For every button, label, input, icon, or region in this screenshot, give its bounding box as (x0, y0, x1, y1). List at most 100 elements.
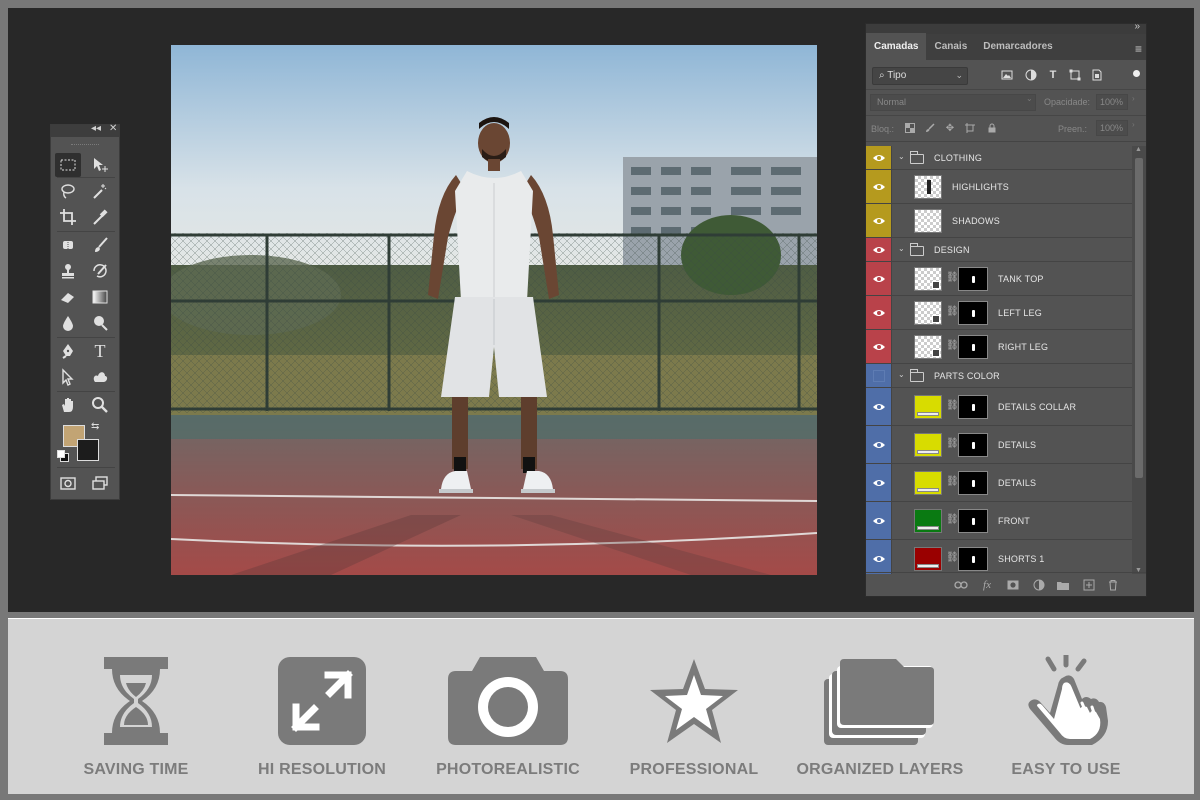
image-filter-icon[interactable] (1000, 68, 1014, 82)
rectangular-marquee-icon[interactable] (55, 153, 81, 177)
default-colors-icon[interactable] (57, 450, 69, 462)
eye-visibility-icon[interactable] (866, 388, 892, 425)
blur-icon[interactable] (55, 311, 81, 335)
layer-row[interactable]: ⛓ LEFT LEG (866, 296, 1132, 330)
pen-icon[interactable] (55, 339, 81, 363)
mask-link-icon[interactable]: ⛓ (946, 514, 959, 525)
mask-link-icon[interactable]: ⛓ (946, 272, 959, 283)
tools-panel-header[interactable]: ◂◂ ✕ (51, 123, 119, 137)
layer-row[interactable]: ⛓ TANK TOP (866, 262, 1132, 296)
mask-link-icon[interactable]: ⛓ (946, 476, 959, 487)
layer-mask-thumbnail[interactable] (958, 471, 988, 495)
expand-group-icon[interactable]: ⌄ (898, 244, 905, 253)
hand-icon[interactable] (55, 393, 81, 417)
eye-visibility-icon[interactable] (866, 238, 892, 261)
move-tool-icon[interactable] (87, 153, 113, 177)
fx-icon[interactable]: fx (980, 578, 994, 592)
mask-link-icon[interactable]: ⛓ (946, 306, 959, 317)
eye-visibility-icon[interactable] (866, 426, 892, 463)
swap-colors-icon[interactable]: ⇆ (91, 421, 99, 432)
crop-icon[interactable] (55, 205, 81, 229)
smart-object-filter-icon[interactable] (1090, 68, 1104, 82)
spot-healing-icon[interactable] (55, 233, 81, 257)
gradient-icon[interactable] (87, 285, 113, 309)
tab-camadas[interactable]: Camadas (866, 33, 927, 60)
eye-visibility-icon[interactable] (866, 502, 892, 539)
layer-mask-thumbnail[interactable] (958, 433, 988, 457)
link-layers-icon[interactable] (954, 578, 968, 592)
type-icon[interactable]: T (87, 339, 113, 363)
history-brush-icon[interactable] (87, 259, 113, 283)
clone-stamp-icon[interactable] (55, 259, 81, 283)
lasso-icon[interactable] (55, 179, 81, 203)
blend-mode-select[interactable]: Normal (870, 94, 1036, 111)
adjustment-filter-icon[interactable] (1024, 68, 1038, 82)
shape-filter-icon[interactable] (1068, 68, 1082, 82)
layer-group-row[interactable]: ⌄ DESIGN (866, 238, 1132, 262)
eye-visibility-icon[interactable] (866, 262, 892, 295)
eye-visibility-icon[interactable] (866, 540, 892, 574)
eyedropper-icon[interactable] (87, 205, 113, 229)
scrollbar-thumb[interactable] (1135, 158, 1143, 478)
eye-visibility-icon[interactable] (866, 464, 892, 501)
filter-toggle[interactable] (1133, 70, 1140, 77)
new-layer-icon[interactable] (1082, 578, 1096, 592)
collapse-panel-icon[interactable]: » (1134, 21, 1140, 32)
layer-row[interactable]: ⛓ DETAILS (866, 464, 1132, 502)
panel-grip[interactable] (71, 139, 99, 145)
layer-row[interactable]: ⛓ SHORTS 1 (866, 540, 1132, 574)
eye-visibility-icon[interactable] (866, 296, 892, 329)
fill-field[interactable]: 100% (1096, 120, 1128, 136)
mask-link-icon[interactable]: ⛓ (946, 340, 959, 351)
opacity-field[interactable]: 100% (1096, 94, 1128, 110)
close-panel-icon[interactable]: ✕ (109, 123, 117, 134)
adjustment-layer-icon[interactable] (1032, 578, 1046, 592)
quick-mask-icon[interactable] (55, 471, 81, 495)
scroll-up-icon[interactable]: ▲ (1135, 146, 1142, 153)
layer-row[interactable]: ⛓ RIGHT LEG (866, 330, 1132, 364)
eye-visibility-icon[interactable] (866, 204, 892, 237)
eye-visibility-icon[interactable] (866, 146, 892, 169)
layer-row[interactable]: HIGHLIGHTS (866, 170, 1132, 204)
layer-mask-thumbnail[interactable] (958, 335, 988, 359)
layer-row[interactable]: ⛓ FRONT (866, 502, 1132, 540)
tab-canais[interactable]: Canais (926, 41, 975, 60)
layer-mask-thumbnail[interactable] (958, 509, 988, 533)
eraser-icon[interactable] (55, 285, 81, 309)
filter-type-select[interactable]: ⌕ Tipo ⌄ (872, 67, 968, 85)
layer-mask-thumbnail[interactable] (958, 547, 988, 571)
layer-group-row[interactable]: ⌄ PARTS COLOR (866, 364, 1132, 388)
expand-group-icon[interactable]: ⌄ (898, 370, 905, 379)
screen-mode-icon[interactable] (87, 471, 113, 495)
layer-row[interactable]: ⛓ DETAILS (866, 426, 1132, 464)
expand-group-icon[interactable]: ⌄ (898, 152, 905, 161)
tab-demarcadores[interactable]: Demarcadores (975, 41, 1060, 60)
chevron-right-icon[interactable]: › (1132, 94, 1135, 103)
layer-list-scrollbar[interactable]: ▲ ▼ (1132, 146, 1146, 574)
trash-icon[interactable] (1106, 578, 1120, 592)
chevron-right-icon[interactable]: › (1132, 120, 1135, 129)
layer-row[interactable]: SHADOWS (866, 204, 1132, 238)
add-mask-icon[interactable] (1006, 578, 1020, 592)
layer-row[interactable]: ⛓ DETAILS COLLAR (866, 388, 1132, 426)
eye-visibility-icon[interactable] (866, 330, 892, 363)
layer-mask-thumbnail[interactable] (958, 267, 988, 291)
layer-group-row[interactable]: ⌄ CLOTHING (866, 146, 1132, 170)
lock-position-icon[interactable]: ✥ (944, 122, 956, 134)
lock-paint-icon[interactable] (924, 122, 936, 134)
magic-wand-icon[interactable] (87, 179, 113, 203)
panel-menu-icon[interactable]: ≡ (1135, 42, 1142, 56)
visibility-toggle-empty[interactable] (866, 364, 892, 387)
layer-mask-thumbnail[interactable] (958, 301, 988, 325)
custom-shape-icon[interactable] (87, 365, 113, 389)
background-color-swatch[interactable] (77, 439, 99, 461)
layer-mask-thumbnail[interactable] (958, 395, 988, 419)
eye-visibility-icon[interactable] (866, 170, 892, 203)
dodge-icon[interactable] (87, 311, 113, 335)
type-filter-icon[interactable]: T (1046, 68, 1060, 82)
mask-link-icon[interactable]: ⛓ (946, 438, 959, 449)
lock-all-icon[interactable] (986, 122, 998, 134)
new-group-icon[interactable] (1056, 578, 1070, 592)
zoom-icon[interactable] (87, 393, 113, 417)
path-selection-icon[interactable] (55, 365, 81, 389)
